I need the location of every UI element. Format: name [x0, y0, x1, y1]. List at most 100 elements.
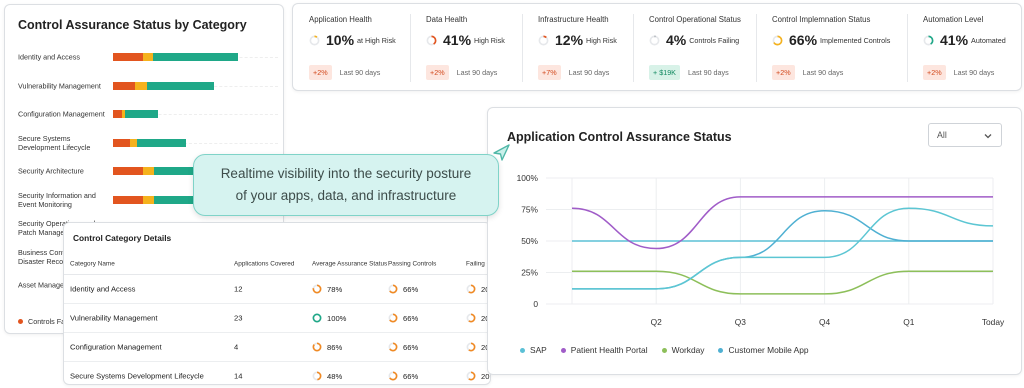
table-row[interactable]: Vulnerability Management 23 100% 66% 20: [64, 304, 492, 333]
kpi-subtext: High Risk: [586, 35, 617, 45]
filter-select-value: All: [937, 130, 947, 140]
category-card-title: Control Assurance Status by Category: [18, 18, 247, 32]
passing-controls-cell: 66%: [388, 342, 418, 352]
category-name-cell: Configuration Management: [70, 343, 162, 352]
failing-controls-cell: 20: [466, 284, 489, 294]
kpi-value-row: 41% Automated: [923, 32, 1006, 48]
category-name-cell: Secure Systems Development Lifecycle: [70, 372, 204, 381]
chevron-down-icon: [984, 134, 992, 139]
legend-item[interactable]: SAP: [520, 345, 547, 355]
application-assurance-chart-card: 0 25% 50% 75% 100% Q2 Q3 Q4 Q1 Today Application …: [487, 107, 1022, 375]
assurance-ring-icon: [312, 313, 322, 323]
kpi-label: Data Health: [426, 15, 468, 24]
apps-covered-cell: 23: [234, 314, 242, 323]
legend-item[interactable]: Customer Mobile App: [718, 345, 809, 355]
bar-segment-green: [153, 53, 238, 61]
category-row: Identity and Access: [18, 42, 278, 72]
kpi-label: Infrastructure Health: [538, 15, 609, 24]
apps-covered-cell: 4: [234, 343, 238, 352]
kpi-value: 41%: [940, 32, 969, 48]
bar-segment-yellow: [130, 138, 137, 147]
passing-ring-icon: [388, 284, 398, 294]
details-title: Control Category Details: [73, 233, 172, 243]
avg-assurance-cell: 78%: [312, 284, 342, 294]
y-tick-label: 100%: [517, 173, 539, 183]
passing-controls-cell-text: 66%: [403, 371, 419, 381]
kpi-subtext: Automated: [971, 35, 1006, 45]
kpi-value-row: 41% High Risk: [426, 32, 505, 48]
table-header-cell: Passing Controls: [388, 260, 437, 267]
filter-select[interactable]: All: [928, 123, 1002, 147]
bar-segment-red: [113, 81, 135, 90]
category-row-label: Identity and Access: [18, 52, 80, 62]
legend-dot: [718, 347, 724, 353]
x-tick-label: Q4: [819, 317, 831, 327]
trend-badge: +2%: [426, 65, 449, 80]
kpi-period: Last 90 days: [568, 68, 610, 77]
banner-line-2: of your apps, data, and infrastructure: [235, 188, 457, 203]
x-tick-label: Q3: [735, 317, 747, 327]
trend-badge: +2%: [923, 65, 946, 80]
bar-segment-yellow: [143, 167, 154, 175]
legend-item[interactable]: Workday: [661, 345, 704, 355]
kpi-strip: Application Health 10% at High Risk +2% Last…: [292, 3, 1022, 91]
kpi-value-row: 12% High Risk: [538, 32, 617, 48]
kpi-value-row: 4% Controls Failing: [649, 32, 739, 48]
passing-controls-cell-text: 66%: [403, 313, 419, 323]
kpi-footer: +7% Last 90 days: [538, 65, 609, 80]
passing-controls-cell-text: 66%: [403, 342, 419, 352]
y-tick-label: 50%: [521, 236, 538, 246]
kpi-subtext: at High Risk: [357, 35, 396, 45]
failing-controls-cell: 20: [466, 371, 489, 381]
avg-assurance-cell: 86%: [312, 342, 342, 352]
kpi-divider: [633, 14, 634, 82]
bar-segment-green: [147, 81, 214, 90]
progress-ring-icon: [923, 35, 934, 45]
avg-assurance-cell: 48%: [312, 371, 342, 381]
kpi-label: Application Health: [309, 15, 372, 24]
category-name-cell-text: Vulnerability Management: [70, 313, 158, 323]
y-tick-label: 0: [533, 299, 538, 309]
kpi-period: Last 90 days: [456, 68, 498, 77]
table-row[interactable]: Configuration Management 4 86% 66% 20: [64, 333, 492, 362]
failing-ring-icon: [466, 313, 476, 323]
category-row-label: Configuration Management: [18, 109, 105, 119]
kpi-divider: [907, 14, 908, 82]
category-stacked-bar: [113, 138, 186, 147]
kpi-period: Last 90 days: [687, 68, 729, 77]
progress-ring-icon: [772, 35, 783, 45]
kpi-label: Automation Level: [923, 15, 984, 24]
kpi-value: 41%: [443, 32, 472, 48]
x-tick-label: Q2: [651, 317, 663, 327]
table-header-cell: Category Name: [70, 260, 115, 267]
trend-badge: +2%: [309, 65, 332, 80]
chart-legend: SAP Patient Health Portal Workday Customer …: [520, 345, 809, 355]
bar-segment-green: [125, 110, 158, 118]
kpi-label: Control Operational Status: [649, 15, 741, 24]
avg-assurance-cell: 100%: [312, 313, 346, 323]
table-header-row: Category Name Applications Covered Average…: [64, 253, 510, 275]
passing-controls-cell: 66%: [388, 284, 418, 294]
table-row[interactable]: Identity and Access 12 78% 66% 20: [64, 275, 492, 304]
legend-dot: [560, 347, 566, 353]
series-line-unnamed: [572, 207, 994, 290]
avg-assurance-cell-text: 48%: [327, 371, 343, 381]
failing-ring-icon: [466, 371, 476, 381]
progress-ring-icon: [426, 35, 437, 45]
passing-controls-cell: 66%: [388, 313, 418, 323]
failing-ring-icon: [466, 284, 476, 294]
avg-assurance-cell-text: 86%: [327, 342, 343, 352]
legend-item[interactable]: Patient Health Portal: [560, 345, 648, 355]
details-table: Category Name Applications Covered Average…: [64, 253, 510, 388]
x-tick-label: Today: [982, 317, 1005, 327]
apps-covered-cell: 14: [234, 372, 242, 381]
legend-label: Customer Mobile App: [728, 345, 809, 355]
bar-segment-green: [137, 138, 186, 147]
table-row[interactable]: Secure Systems Development Lifecycle 14 48…: [64, 362, 492, 388]
category-row: Vulnerability Management: [18, 71, 278, 101]
banner-line-1: Realtime visibility into the security po…: [220, 166, 472, 181]
passing-ring-icon: [388, 371, 398, 381]
passing-ring-icon: [388, 313, 398, 323]
category-name-cell: Vulnerability Management: [70, 314, 158, 323]
y-tick-label: 25%: [521, 268, 538, 278]
